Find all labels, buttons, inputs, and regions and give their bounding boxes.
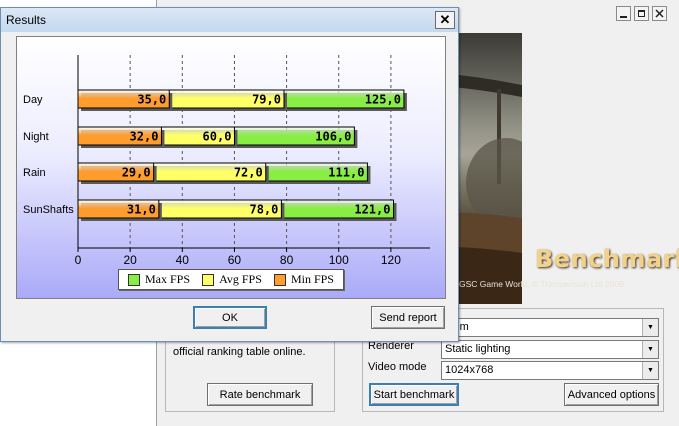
fps-chart: Day Night Rain SunShafts 35,0 79,0 125,0 32,0 6… — [16, 36, 446, 299]
results-dialog: Results ✕ Day Night Rain SunShafts 35,0 79,0… — [0, 7, 459, 342]
legend-item: Min FPS — [273, 272, 334, 287]
close-icon — [655, 9, 664, 18]
video-mode-select[interactable]: 1024x768 ▼ — [441, 361, 659, 380]
x-tick-label: 0 — [75, 253, 82, 267]
category-label: SunShafts — [23, 204, 74, 216]
x-tick-label: 20 — [123, 253, 137, 267]
chart-bars: 35,0 79,0 125,0 32,0 60,0 106,0 29,0 72,0 111,0 3… — [77, 89, 407, 221]
category-labels: Day Night Rain SunShafts — [23, 94, 74, 216]
x-tick-label: 60 — [228, 253, 242, 267]
data-label: 60,0 — [203, 130, 232, 144]
data-label: 32,0 — [130, 130, 159, 144]
preset-select[interactable]: dium ▼ — [441, 318, 659, 337]
category-label: Night — [23, 131, 49, 143]
legend-swatch — [273, 273, 286, 286]
legend-label: Min FPS — [290, 272, 334, 286]
data-label: 31,0 — [127, 203, 156, 217]
x-axis: 0 20 40 60 80 100 120 — [75, 55, 430, 267]
rate-benchmark-button[interactable]: Rate benchmark — [207, 383, 313, 406]
benchmark-logo-text: Benchmark — [535, 245, 679, 273]
data-label: 29,0 — [122, 166, 151, 180]
minimize-button[interactable] — [616, 6, 631, 21]
legend-swatch — [128, 273, 141, 286]
minimize-icon — [620, 16, 627, 18]
legend-label: Max FPS — [145, 272, 191, 286]
copyright-text: GSC Game World, © Transavision Ltd 2009. — [459, 279, 627, 289]
legend-item: Avg FPS — [202, 272, 262, 287]
data-label: 72,0 — [234, 166, 263, 180]
legend-swatch — [202, 273, 215, 286]
ok-button[interactable]: OK — [193, 306, 267, 329]
x-tick-label: 120 — [381, 253, 401, 267]
results-titlebar: Results ✕ — [1, 8, 458, 32]
x-tick-label: 100 — [329, 253, 349, 267]
x-tick-label: 80 — [280, 253, 294, 267]
data-label: 35,0 — [137, 93, 166, 107]
chevron-down-icon: ▼ — [642, 319, 658, 336]
window-close-button[interactable] — [652, 6, 667, 21]
category-label: Day — [23, 94, 43, 106]
maximize-button[interactable] — [634, 6, 649, 21]
fps-chart-svg: Day Night Rain SunShafts 35,0 79,0 125,0 32,0 6… — [23, 55, 430, 267]
chevron-down-icon: ▼ — [642, 341, 658, 358]
data-label: 121,0 — [354, 203, 390, 217]
ranking-description: official ranking table online. — [173, 346, 306, 358]
send-report-button[interactable]: Send report — [371, 306, 445, 329]
close-icon: ✕ — [439, 12, 451, 27]
legend-item: Max FPS — [128, 272, 190, 287]
data-label: 106,0 — [315, 130, 351, 144]
x-tick-label: 40 — [176, 253, 190, 267]
maximize-icon — [638, 10, 645, 17]
legend-label: Avg FPS — [219, 272, 262, 286]
renderer-select-value: Static lighting — [445, 343, 511, 355]
data-label: 78,0 — [249, 203, 278, 217]
data-label: 111,0 — [328, 166, 364, 180]
category-label: Rain — [23, 167, 46, 179]
chevron-down-icon: ▼ — [642, 362, 658, 379]
data-label: 125,0 — [365, 93, 401, 107]
renderer-select[interactable]: Static lighting ▼ — [441, 340, 659, 359]
data-label: 79,0 — [252, 93, 281, 107]
results-title: Results — [6, 13, 47, 27]
video-mode-label: Video mode — [368, 361, 427, 373]
results-close-button[interactable]: ✕ — [435, 11, 455, 29]
video-mode-select-value: 1024x768 — [445, 364, 494, 376]
start-benchmark-button[interactable]: Start benchmark — [369, 383, 459, 406]
advanced-options-button[interactable]: Advanced options — [564, 383, 659, 406]
chart-legend: Max FPS Avg FPS Min FPS — [118, 269, 344, 290]
